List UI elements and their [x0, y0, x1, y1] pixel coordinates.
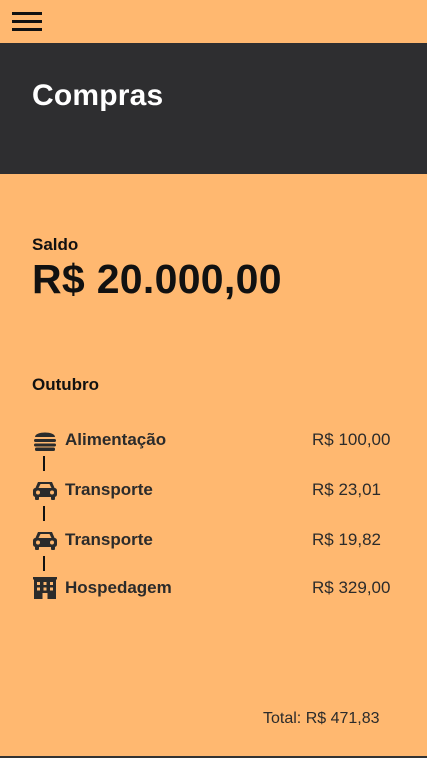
transaction-category: Hospedagem — [65, 578, 172, 597]
transaction-category: Alimentação — [65, 430, 167, 449]
timeline-connector — [43, 456, 45, 471]
hamburger-menu-icon[interactable] — [12, 12, 42, 32]
menu-line — [12, 28, 42, 31]
month-label: Outubro — [32, 375, 100, 394]
balance-value: R$ 20.000,00 — [32, 256, 282, 302]
transaction-row[interactable]: Transporte R$ 23,01 — [32, 478, 402, 504]
transaction-category: Transporte — [65, 530, 153, 549]
transaction-amount: R$ 19,82 — [312, 530, 381, 549]
transaction-amount: R$ 329,00 — [312, 578, 391, 597]
page-header: Compras — [0, 43, 427, 174]
menu-line — [12, 20, 42, 23]
car-icon — [33, 532, 57, 550]
top-bar — [0, 0, 427, 43]
transaction-amount: R$ 100,00 — [312, 430, 391, 449]
balance-label: Saldo — [32, 235, 79, 254]
burger-icon — [34, 432, 56, 451]
transaction-row[interactable]: Alimentação R$ 100,00 — [32, 428, 402, 454]
total-amount: Total: R$ 471,83 — [263, 710, 380, 727]
transaction-row[interactable]: Hospedagem R$ 329,00 — [32, 576, 402, 602]
transaction-category: Transporte — [65, 480, 153, 499]
car-icon — [33, 482, 57, 500]
page-title: Compras — [32, 79, 164, 112]
menu-line — [12, 12, 42, 15]
building-icon — [33, 577, 57, 599]
transaction-row[interactable]: Transporte R$ 19,82 — [32, 528, 402, 554]
timeline-connector — [43, 506, 45, 521]
transaction-amount: R$ 23,01 — [312, 480, 381, 499]
timeline-connector — [43, 556, 45, 571]
